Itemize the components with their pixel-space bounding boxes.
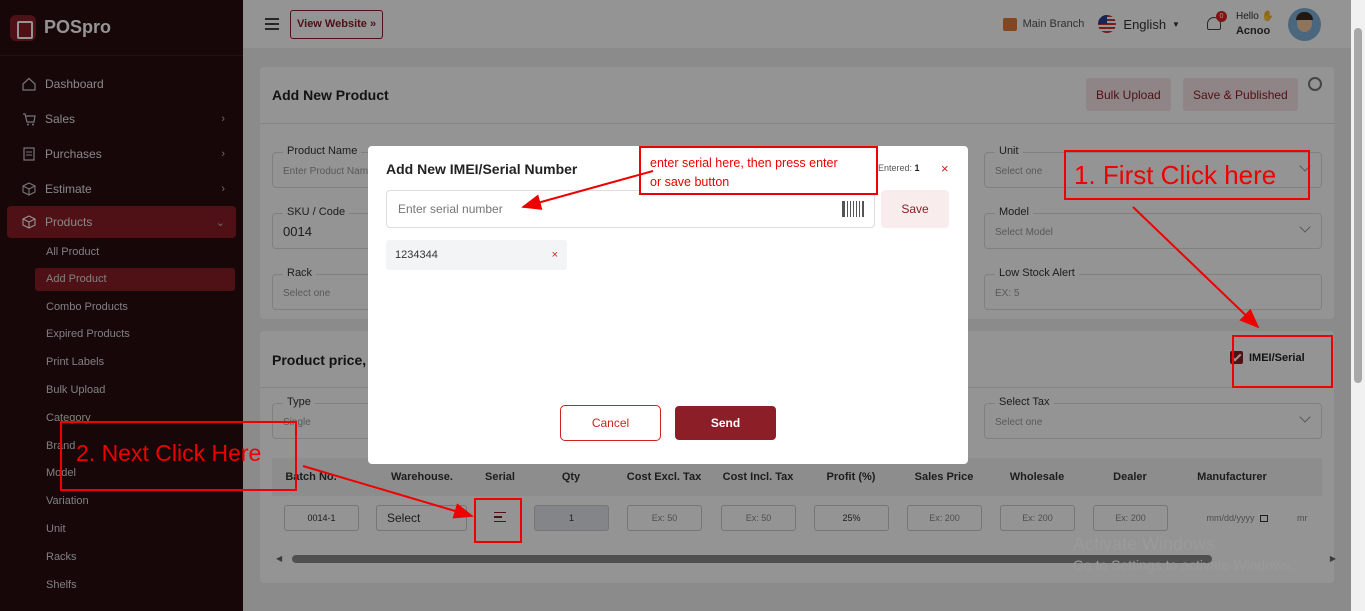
serial-hint-callout: enter serial here, then press enter or s…	[639, 146, 878, 195]
serial-chip: 1234344 ×	[386, 240, 567, 270]
barcode-scan-icon[interactable]	[842, 201, 864, 217]
entered-count: Entered: 1	[878, 163, 920, 173]
next-click-callout: 2. Next Click Here	[60, 421, 297, 491]
activate-windows-subtitle: Go to Settings to activate Windows.	[1073, 557, 1294, 573]
modal-title: Add New IMEI/Serial Number	[386, 161, 578, 177]
imei-highlight-box	[1232, 335, 1333, 388]
serial-hint-line-2: or save button	[650, 175, 730, 189]
serial-input[interactable]	[386, 190, 875, 228]
activate-windows-title: Activate Windows	[1073, 534, 1216, 554]
serial-icon-highlight-box	[474, 498, 522, 543]
send-button[interactable]: Send	[675, 406, 776, 440]
entered-label: Entered:	[878, 163, 913, 173]
serial-value: 1234344	[395, 249, 438, 261]
page-scroll-thumb[interactable]	[1354, 28, 1362, 383]
serial-hint-line-1: enter serial here, then press enter	[650, 156, 838, 170]
close-icon[interactable]: ×	[941, 161, 949, 176]
first-click-label: 1. First Click here	[1074, 160, 1277, 190]
entered-value: 1	[914, 163, 920, 173]
next-click-label: 2. Next Click Here	[76, 440, 262, 466]
cancel-button[interactable]: Cancel	[560, 405, 661, 441]
page-scrollbar[interactable]	[1351, 0, 1365, 611]
save-serial-button[interactable]: Save	[881, 190, 949, 228]
remove-serial-icon[interactable]: ×	[552, 249, 558, 261]
first-click-callout: 1. First Click here	[1064, 150, 1310, 200]
